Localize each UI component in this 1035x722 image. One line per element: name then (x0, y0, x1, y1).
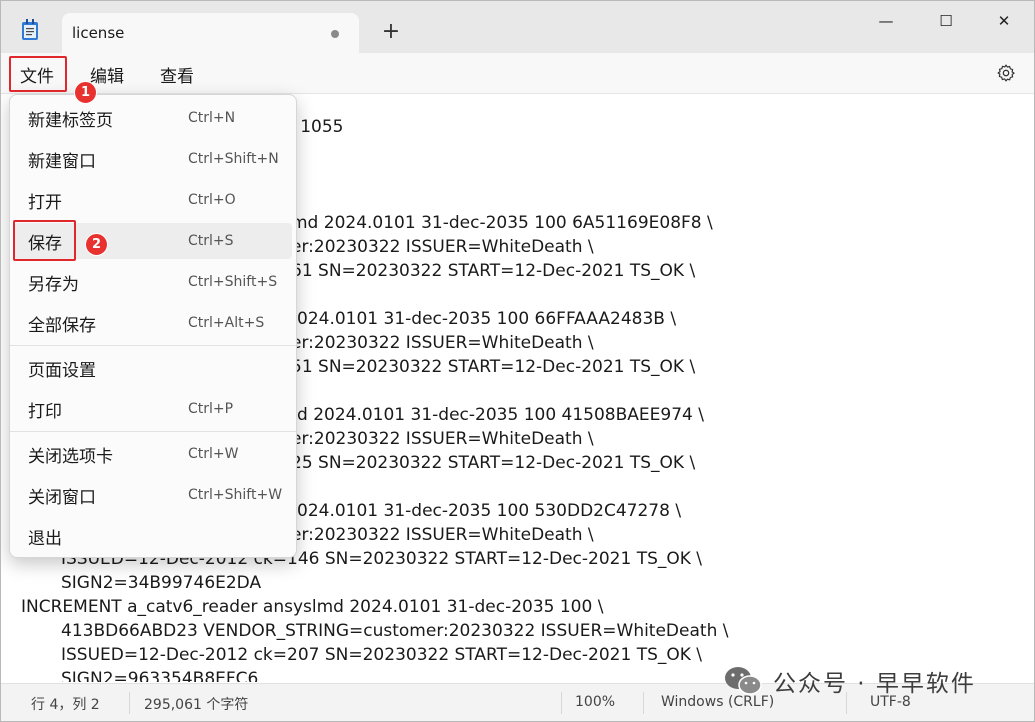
editor-line: d 2024.0101 31-dec-2035 100 41508BAEE974… (297, 405, 704, 425)
menu-item-close-window[interactable]: 关闭窗口 Ctrl+Shift+W (14, 477, 292, 513)
notepad-window: license + — ☐ ✕ 文件 编辑 查看 d 1055 md 2024.… (0, 0, 1035, 722)
menu-item-shortcut: Ctrl+S (188, 233, 234, 249)
menu-item-label: 打开 (28, 193, 62, 213)
notepad-app-icon (22, 19, 38, 40)
minimize-icon: — (878, 12, 894, 30)
menu-separator (10, 345, 296, 346)
editor-line: 024.0101 31-dec-2035 100 66FFAAA2483B \ (297, 309, 677, 329)
menu-edit[interactable]: 编辑 (90, 62, 124, 87)
editor-line: 61 SN=20230322 START=12-Dec-2021 TS_OK \ (291, 261, 696, 281)
annotation-highlight-save (13, 220, 76, 261)
editor-line: ISSUED=12-Dec-2012 ck=207 SN=20230322 ST… (61, 645, 703, 665)
annotation-highlight-file (9, 56, 67, 92)
char-count: 295,061 个字符 (144, 697, 249, 713)
cursor-position: 行 4，列 2 (31, 697, 100, 713)
editor-line: 51 SN=20230322 START=12-Dec-2021 TS_OK \ (291, 357, 696, 377)
menu-item-shortcut: Ctrl+Shift+S (188, 274, 278, 290)
editor-line: er:20230322 ISSUER=WhiteDeath \ (291, 237, 594, 257)
zoom-level[interactable]: 100% (575, 694, 615, 710)
annotation-badge-2: 2 (85, 233, 108, 256)
watermark: 公众号 · 早早软件 (723, 664, 976, 698)
editor-line: 413BD66ABD23 VENDOR_STRING=customer:2023… (61, 621, 729, 641)
minimize-button[interactable]: — (856, 1, 916, 41)
menu-item-print[interactable]: 打印 Ctrl+P (14, 391, 292, 427)
status-divider (129, 692, 130, 714)
editor-line: er:20230322 ISSUER=WhiteDeath \ (291, 429, 594, 449)
maximize-button[interactable]: ☐ (916, 1, 976, 41)
menu-item-page-setup[interactable]: 页面设置 (14, 350, 292, 386)
menu-item-exit[interactable]: 退出 (14, 518, 292, 554)
close-icon: ✕ (997, 12, 1011, 30)
unsaved-dot-icon[interactable] (331, 30, 339, 38)
menu-separator (10, 431, 296, 432)
annotation-badge-1: 1 (74, 81, 97, 104)
file-menu-dropdown: 新建标签页 Ctrl+N 新建窗口 Ctrl+Shift+N 打开 Ctrl+O… (9, 94, 297, 558)
menu-item-shortcut: Ctrl+W (188, 446, 239, 462)
new-tab-plus-icon[interactable]: + (379, 20, 403, 44)
menu-item-shortcut: Ctrl+Shift+W (188, 487, 283, 503)
menu-item-open[interactable]: 打开 Ctrl+O (14, 182, 292, 218)
title-bar: license + — ☐ ✕ (1, 1, 1034, 54)
settings-gear-icon[interactable] (996, 63, 1016, 83)
menu-item-label: 新建窗口 (28, 152, 96, 172)
menu-item-label: 关闭选项卡 (28, 447, 113, 467)
menu-item-shortcut: Ctrl+Alt+S (188, 315, 265, 331)
menu-view[interactable]: 查看 (160, 62, 194, 87)
menu-item-label: 另存为 (28, 275, 79, 295)
menu-bar: 文件 编辑 查看 (1, 53, 1034, 94)
menu-item-save-as[interactable]: 另存为 Ctrl+Shift+S (14, 264, 292, 300)
menu-item-close-tab[interactable]: 关闭选项卡 Ctrl+W (14, 436, 292, 472)
tab-license[interactable]: license (62, 13, 359, 54)
status-divider (561, 692, 562, 714)
watermark-text: 公众号 · 早早软件 (773, 671, 976, 697)
editor-line: SIGN2=963354B8EFC6 (61, 669, 259, 682)
menu-item-shortcut: Ctrl+O (188, 192, 236, 208)
editor-line: SIGN2=34B99746E2DA (61, 573, 262, 593)
menu-item-new-tab[interactable]: 新建标签页 Ctrl+N (14, 100, 292, 136)
editor-line: INCREMENT a_catv6_reader ansyslmd 2024.0… (21, 597, 604, 617)
tab-title: license (72, 24, 125, 42)
menu-item-label: 页面设置 (28, 361, 96, 381)
status-divider (643, 692, 644, 714)
close-button[interactable]: ✕ (974, 1, 1034, 41)
wechat-logo-icon (725, 667, 762, 695)
editor-line: 024.0101 31-dec-2035 100 530DD2C47278 \ (297, 501, 682, 521)
menu-item-shortcut: Ctrl+P (188, 401, 234, 417)
editor-line: er:20230322 ISSUER=WhiteDeath \ (291, 525, 594, 545)
menu-item-label: 全部保存 (28, 316, 96, 336)
menu-item-save-all[interactable]: 全部保存 Ctrl+Alt+S (14, 305, 292, 341)
menu-item-shortcut: Ctrl+Shift+N (188, 151, 279, 167)
menu-item-label: 打印 (28, 402, 62, 422)
editor-line: 25 SN=20230322 START=12-Dec-2021 TS_OK \ (291, 453, 696, 473)
editor-line: md 2024.0101 31-dec-2035 100 6A51169E08F… (291, 213, 713, 233)
editor-line: er:20230322 ISSUER=WhiteDeath \ (291, 333, 594, 353)
menu-item-new-window[interactable]: 新建窗口 Ctrl+Shift+N (14, 141, 292, 177)
maximize-icon: ☐ (939, 12, 953, 30)
menu-item-label: 新建标签页 (28, 111, 113, 131)
menu-item-label: 关闭窗口 (28, 488, 96, 508)
menu-item-label: 退出 (28, 529, 62, 549)
menu-item-shortcut: Ctrl+N (188, 110, 236, 126)
